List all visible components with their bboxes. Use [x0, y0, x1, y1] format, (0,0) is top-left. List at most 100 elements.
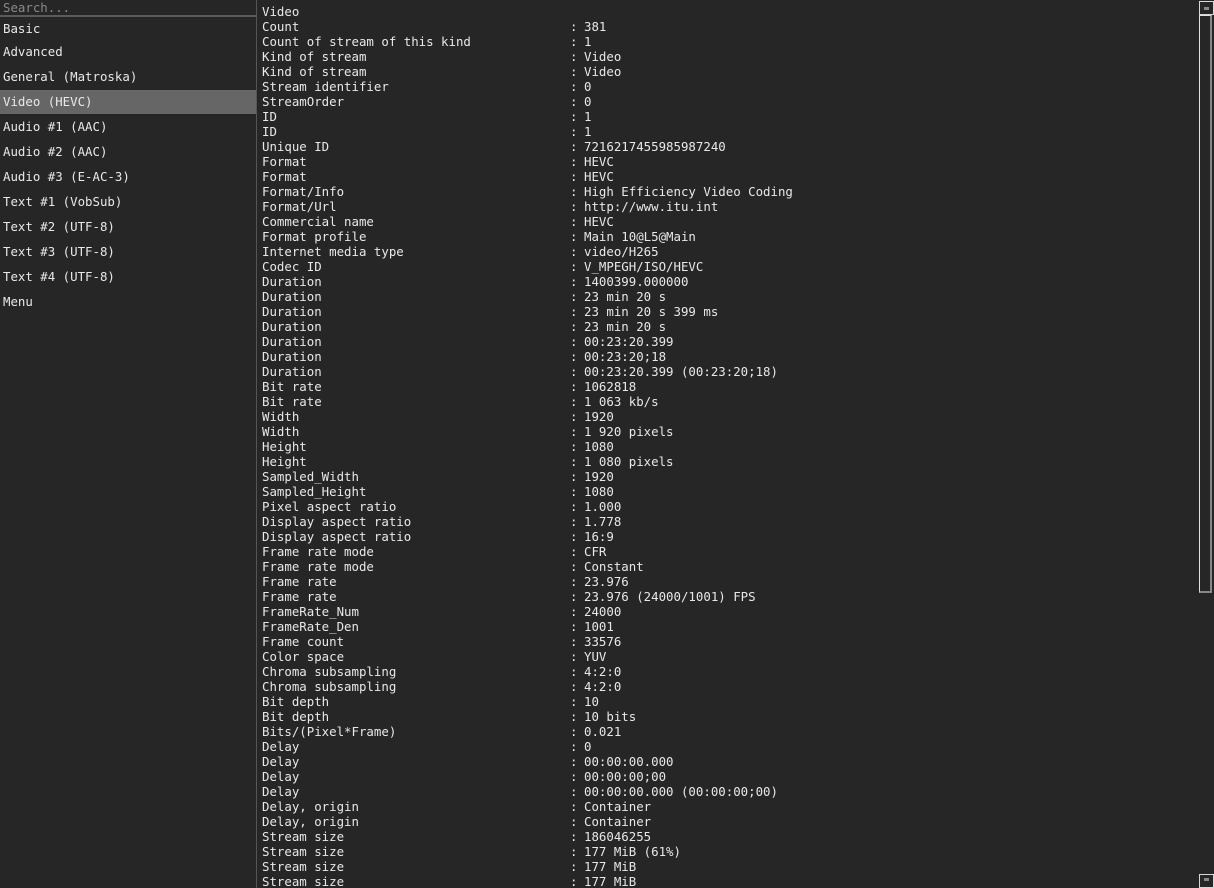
property-value: 1.778: [584, 514, 622, 529]
property-label: Frame rate: [262, 589, 337, 604]
property-separator: :: [570, 559, 578, 574]
property-separator: :: [570, 184, 578, 199]
property-separator: :: [570, 94, 578, 109]
property-value: 24000: [584, 604, 622, 619]
property-label: Frame count: [262, 634, 345, 649]
property-label: Display aspect ratio: [262, 514, 412, 529]
property-separator: :: [570, 274, 578, 289]
sidebar-item[interactable]: Text #3 (UTF-8): [0, 240, 256, 264]
property-label: Count of stream of this kind: [262, 34, 471, 49]
property-label: Stream size: [262, 874, 345, 888]
property-separator: :: [570, 394, 578, 409]
property-label: Duration: [262, 274, 322, 289]
property-label: Pixel aspect ratio: [262, 499, 397, 514]
sidebar-item[interactable]: Menu: [0, 290, 256, 314]
property-label: Bit depth: [262, 709, 330, 724]
property-value: 1001: [584, 619, 614, 634]
sidebar-item[interactable]: Audio #1 (AAC): [0, 115, 256, 139]
arrow-down-icon[interactable]: [1199, 874, 1214, 888]
property-value: 381: [584, 19, 607, 34]
property-value: 1062818: [584, 379, 637, 394]
arrow-up-icon[interactable]: [1199, 1, 1214, 15]
property-label: Internet media type: [262, 244, 404, 259]
property-separator: :: [570, 469, 578, 484]
property-separator: :: [570, 769, 578, 784]
property-label: Frame rate: [262, 574, 337, 589]
property-label: Format/Url: [262, 199, 337, 214]
property-separator: :: [570, 289, 578, 304]
property-value: 1080: [584, 484, 614, 499]
property-value: 1400399.000000: [584, 274, 689, 289]
property-separator: :: [570, 814, 578, 829]
property-label: Sampled_Height: [262, 484, 367, 499]
property-separator: :: [570, 304, 578, 319]
search-input[interactable]: [0, 0, 256, 17]
property-separator: :: [570, 574, 578, 589]
property-value: 186046255: [584, 829, 652, 844]
property-label: Stream size: [262, 829, 345, 844]
sidebar-item[interactable]: Audio #3 (E-AC-3): [0, 165, 256, 189]
sidebar-item[interactable]: Text #4 (UTF-8): [0, 265, 256, 289]
property-separator: :: [570, 634, 578, 649]
property-label: Stream size: [262, 844, 345, 859]
property-value: 00:00:00;00: [584, 769, 667, 784]
sidebar: BasicAdvancedGeneral (Matroska)Video (HE…: [0, 0, 257, 888]
property-label: Height: [262, 439, 307, 454]
property-value: 1.000: [584, 499, 622, 514]
property-separator: :: [570, 19, 578, 34]
property-value: HEVC: [584, 154, 614, 169]
property-separator: :: [570, 544, 578, 559]
property-value: Video: [584, 64, 622, 79]
property-value: 23.976: [584, 574, 629, 589]
property-label: Format/Info: [262, 184, 345, 199]
property-value: 23 min 20 s: [584, 289, 667, 304]
property-value: 1 063 kb/s: [584, 394, 659, 409]
property-separator: :: [570, 664, 578, 679]
property-value: Video: [584, 49, 622, 64]
property-label: Delay: [262, 784, 300, 799]
property-label: FrameRate_Num: [262, 604, 359, 619]
scrollbar-thumb[interactable]: [1199, 15, 1212, 593]
property-label: Frame rate mode: [262, 559, 374, 574]
property-value: 177 MiB (61%): [584, 844, 681, 859]
sidebar-item[interactable]: Text #1 (VobSub): [0, 190, 256, 214]
property-separator: :: [570, 844, 578, 859]
property-separator: :: [570, 454, 578, 469]
property-separator: :: [570, 349, 578, 364]
property-separator: :: [570, 514, 578, 529]
property-separator: :: [570, 589, 578, 604]
property-separator: :: [570, 319, 578, 334]
property-separator: :: [570, 799, 578, 814]
sidebar-item[interactable]: Basic: [0, 19, 256, 39]
sidebar-item[interactable]: Video (HEVC): [0, 90, 256, 114]
property-value: 1920: [584, 469, 614, 484]
property-value: 10: [584, 694, 599, 709]
property-separator: :: [570, 424, 578, 439]
sidebar-item[interactable]: Audio #2 (AAC): [0, 140, 256, 164]
vertical-scrollbar[interactable]: [1199, 0, 1214, 888]
property-value: 177 MiB: [584, 874, 637, 888]
property-value: Container: [584, 799, 652, 814]
property-label: Commercial name: [262, 214, 374, 229]
property-label: Chroma subsampling: [262, 679, 397, 694]
property-label: Bits/(Pixel*Frame): [262, 724, 397, 739]
property-value: 1: [584, 109, 592, 124]
sidebar-item[interactable]: General (Matroska): [0, 65, 256, 89]
sidebar-item[interactable]: Text #2 (UTF-8): [0, 215, 256, 239]
property-label: Bit depth: [262, 694, 330, 709]
property-value: High Efficiency Video Coding: [584, 184, 793, 199]
property-label: StreamOrder: [262, 94, 345, 109]
property-separator: :: [570, 859, 578, 874]
property-label: Delay, origin: [262, 814, 359, 829]
property-value: 23.976 (24000/1001) FPS: [584, 589, 756, 604]
property-label: Color space: [262, 649, 345, 664]
property-value: 7216217455985987240: [584, 139, 726, 154]
property-value: 0: [584, 79, 592, 94]
property-value: YUV: [584, 649, 607, 664]
property-separator: :: [570, 79, 578, 94]
property-value: 00:00:00.000: [584, 754, 674, 769]
property-separator: :: [570, 604, 578, 619]
sidebar-item[interactable]: Advanced: [0, 40, 256, 64]
property-separator: :: [570, 154, 578, 169]
property-value: 23 min 20 s 399 ms: [584, 304, 719, 319]
